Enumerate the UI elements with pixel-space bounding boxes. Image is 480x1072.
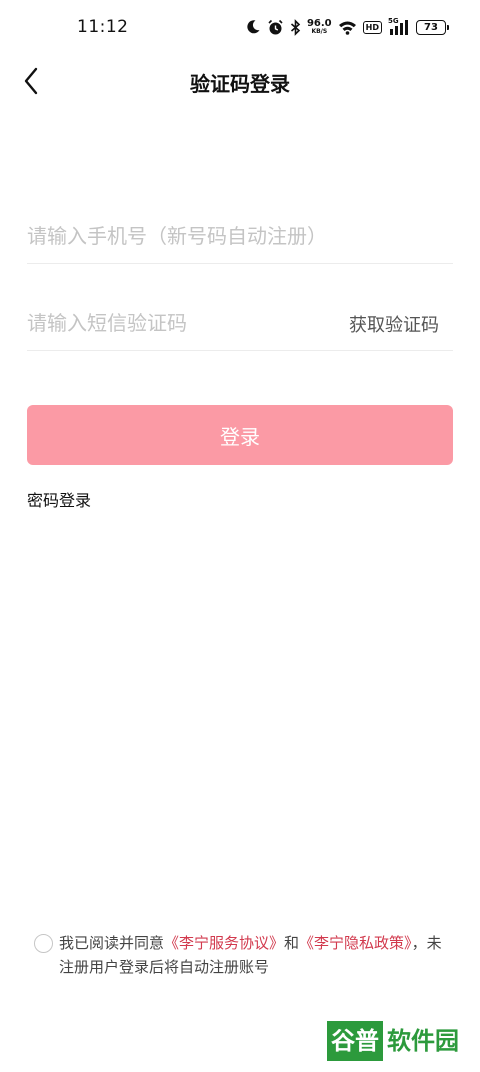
status-time: 11:12 xyxy=(77,17,129,37)
watermark-text: 软件园 xyxy=(387,1027,459,1055)
watermark-badge: 谷普 xyxy=(327,1021,383,1061)
battery-level: 73 xyxy=(424,21,438,33)
page-title: 验证码登录 xyxy=(190,72,290,96)
phone-field xyxy=(27,208,453,264)
header: 验证码登录 xyxy=(0,56,480,108)
code-field: 获取验证码 xyxy=(27,295,453,351)
service-agreement-link[interactable]: 《李宁服务协议》 xyxy=(164,934,284,952)
login-button[interactable]: 登录 xyxy=(27,405,453,465)
get-code-button[interactable]: 获取验证码 xyxy=(349,311,439,337)
privacy-policy-link[interactable]: 《李宁隐私政策》 xyxy=(299,934,412,952)
battery-icon: 73 xyxy=(416,19,449,35)
agreement-and: 和 xyxy=(284,934,300,952)
status-bar: 11:12 96.0 KB/S HD 5G 73 xyxy=(0,0,480,56)
alarm-icon xyxy=(267,19,284,36)
agreement-prefix: 我已阅读并同意 xyxy=(59,934,165,952)
agreement-text: 我已阅读并同意《李宁服务协议》和《李宁隐私政策》，未注册用户登录后将自动注册账号 xyxy=(59,931,447,979)
watermark-logo: 谷普 软件园 xyxy=(327,1021,471,1061)
code-input[interactable] xyxy=(27,310,327,335)
wifi-icon xyxy=(338,20,357,35)
phone-input[interactable] xyxy=(27,223,453,248)
agreement-checkbox[interactable] xyxy=(34,934,53,953)
bluetooth-icon xyxy=(290,18,301,36)
network-speed: 96.0 KB/S xyxy=(307,19,332,35)
status-icons: 96.0 KB/S HD 5G 73 xyxy=(245,15,449,39)
password-login-link[interactable]: 密码登录 xyxy=(27,487,91,511)
signal-icon: 5G xyxy=(388,17,410,35)
network-speed-unit: KB/S xyxy=(311,28,328,35)
hd-badge: HD xyxy=(362,20,382,34)
moon-icon xyxy=(245,19,261,35)
